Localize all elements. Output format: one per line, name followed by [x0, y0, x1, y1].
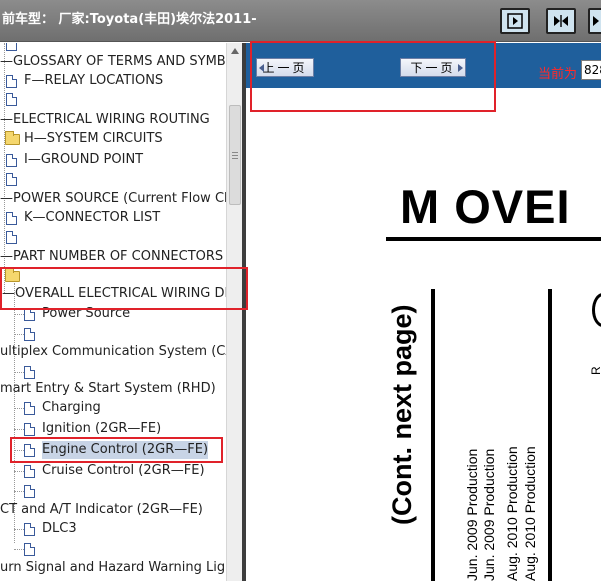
- folder-icon: [5, 131, 20, 145]
- panel-right-icon[interactable]: [500, 8, 530, 34]
- document-icon: [6, 231, 17, 244]
- expand-icon[interactable]: [588, 8, 601, 34]
- current-page-label: 当前为: [538, 67, 578, 82]
- side-letter: R: [589, 366, 601, 375]
- production-line: Aug. 2010 Production: [504, 446, 520, 581]
- production-line: Aug. 2010 Production: [522, 446, 538, 581]
- document-view: 上一页 下一页 当前为 M OVEI (Cont. next page) Jun…: [246, 43, 601, 581]
- document-icon: [6, 173, 17, 186]
- document-icon: [6, 75, 17, 88]
- document-icon: [24, 423, 35, 436]
- document-icon: [6, 43, 17, 51]
- divider-line: [431, 289, 435, 581]
- document-icon: [24, 523, 35, 536]
- document-icon: [6, 154, 17, 167]
- production-line: Jun. 2009 Production: [464, 448, 480, 581]
- document-icon: [6, 212, 17, 225]
- title-bar: 前车型： 厂家:Toyota(丰田)埃尔法2011-: [0, 0, 601, 42]
- document-icon: [6, 93, 17, 106]
- document-icon: [24, 465, 35, 478]
- document-heading: M OVEI: [400, 180, 571, 233]
- document-icon: [24, 402, 35, 415]
- divider-line: [548, 289, 552, 581]
- window-title: 前车型： 厂家:Toyota(丰田)埃尔法2011-: [2, 12, 257, 27]
- heading-rule: [386, 237, 601, 241]
- scroll-up-icon[interactable]: [227, 43, 243, 59]
- scroll-thumb[interactable]: [229, 105, 241, 205]
- tree-scrollbar[interactable]: [226, 43, 242, 581]
- annotation-box-engine: [10, 437, 223, 463]
- partial-circle-symbol: [592, 293, 601, 327]
- continued-note: (Cont. next page): [387, 304, 417, 526]
- document-icon: [24, 366, 35, 379]
- annotation-box-nav: [250, 41, 496, 112]
- document-icon: [24, 485, 35, 498]
- collapse-horizontal-icon[interactable]: [546, 8, 576, 34]
- annotation-box-overall: [0, 267, 248, 310]
- toc-tree[interactable]: —GLOSSARY OF TERMS AND SYMB F—RELAY LOCA…: [0, 43, 226, 581]
- document-icon: [24, 543, 35, 556]
- document-icon: [24, 328, 35, 341]
- production-line: Jun. 2009 Production: [481, 448, 497, 581]
- page-number-input[interactable]: [581, 60, 601, 80]
